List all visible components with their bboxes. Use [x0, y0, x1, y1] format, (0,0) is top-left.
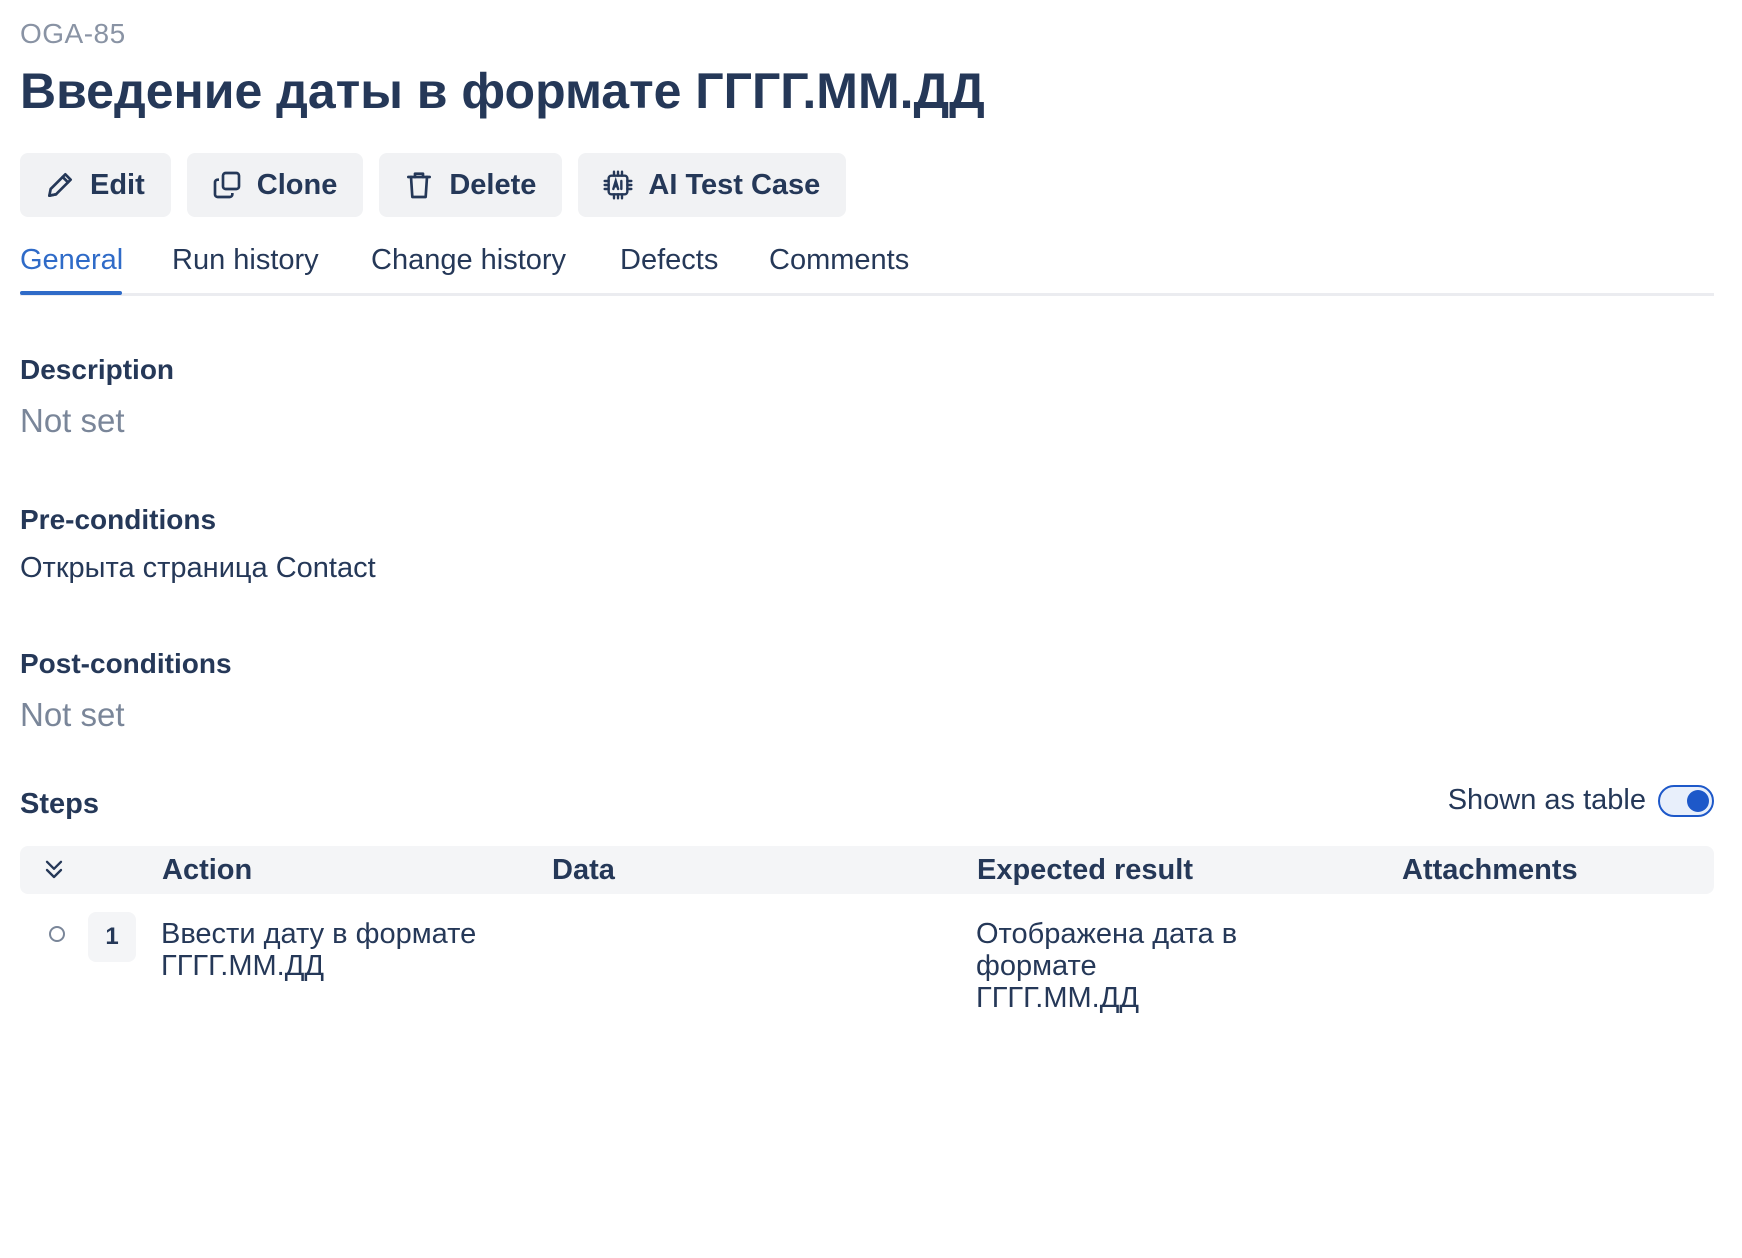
step-action-line: ГГГГ.ММ.ДД	[161, 950, 324, 982]
copy-icon	[211, 169, 243, 201]
tab-change-history[interactable]: Change history	[371, 244, 566, 277]
step-action: Ввести дату в формате ГГГГ.ММ.ДД	[161, 918, 521, 982]
action-toolbar: Edit Clone Delete AI Test Case	[20, 153, 847, 217]
step-expected-line: ГГГГ.ММ.ДД	[976, 982, 1139, 1014]
postconditions-value: Not set	[20, 696, 125, 733]
description-label: Description	[20, 354, 175, 385]
column-expected-result: Expected result	[977, 854, 1193, 886]
ai-button-label: AI Test Case	[648, 168, 821, 201]
ai-chip-icon	[602, 169, 634, 201]
clone-button[interactable]: Clone	[186, 153, 364, 217]
collapse-all-icon[interactable]	[40, 856, 68, 884]
tab-general[interactable]: General	[20, 244, 123, 277]
toggle-knob	[1687, 789, 1709, 812]
step-select-radio[interactable]	[49, 926, 65, 942]
postconditions-label: Post-conditions	[20, 648, 232, 679]
page-title: Введение даты в формате ГГГГ.ММ.ДД	[20, 63, 985, 119]
issue-key: OGA-85	[20, 18, 126, 49]
trash-icon	[403, 169, 435, 201]
ai-test-case-button[interactable]: AI Test Case	[578, 153, 847, 217]
table-view-toggle-group: Shown as table	[1448, 784, 1714, 817]
table-row: 1 Ввести дату в формате ГГГГ.ММ.ДД Отобр…	[20, 894, 1714, 1014]
active-tab-indicator	[20, 291, 122, 295]
step-expected-line: Отображена дата в формате	[976, 918, 1238, 982]
column-attachments: Attachments	[1402, 854, 1578, 886]
tab-comments[interactable]: Comments	[769, 244, 909, 277]
step-action-line: Ввести дату в формате	[161, 918, 477, 950]
step-expected-result: Отображена дата в формате ГГГГ.ММ.ДД	[976, 918, 1336, 1014]
description-value: Not set	[20, 402, 125, 439]
step-number: 1	[88, 912, 136, 962]
delete-button[interactable]: Delete	[379, 153, 563, 217]
tab-bar: General Run history Change history Defec…	[20, 240, 1714, 296]
column-action: Action	[162, 854, 253, 886]
tab-run-history[interactable]: Run history	[172, 244, 319, 277]
table-view-toggle[interactable]	[1658, 784, 1714, 817]
delete-button-label: Delete	[449, 168, 537, 201]
edit-button[interactable]: Edit	[20, 153, 171, 217]
preconditions-value: Открыта страница Contact	[20, 552, 376, 584]
clone-button-label: Clone	[256, 168, 338, 201]
column-data: Data	[552, 854, 615, 886]
tab-defects[interactable]: Defects	[620, 244, 718, 277]
test-case-page: OGA-85 Введение даты в формате ГГГГ.ММ.Д…	[0, 0, 1742, 1258]
steps-label: Steps	[20, 788, 99, 820]
preconditions-label: Pre-conditions	[20, 504, 217, 535]
pencil-icon	[44, 169, 76, 201]
toggle-label: Shown as table	[1447, 784, 1646, 816]
edit-button-label: Edit	[90, 168, 145, 201]
steps-table-header: Action Data Expected result Attachments	[20, 846, 1714, 894]
steps-table: Action Data Expected result Attachments …	[20, 846, 1714, 1014]
